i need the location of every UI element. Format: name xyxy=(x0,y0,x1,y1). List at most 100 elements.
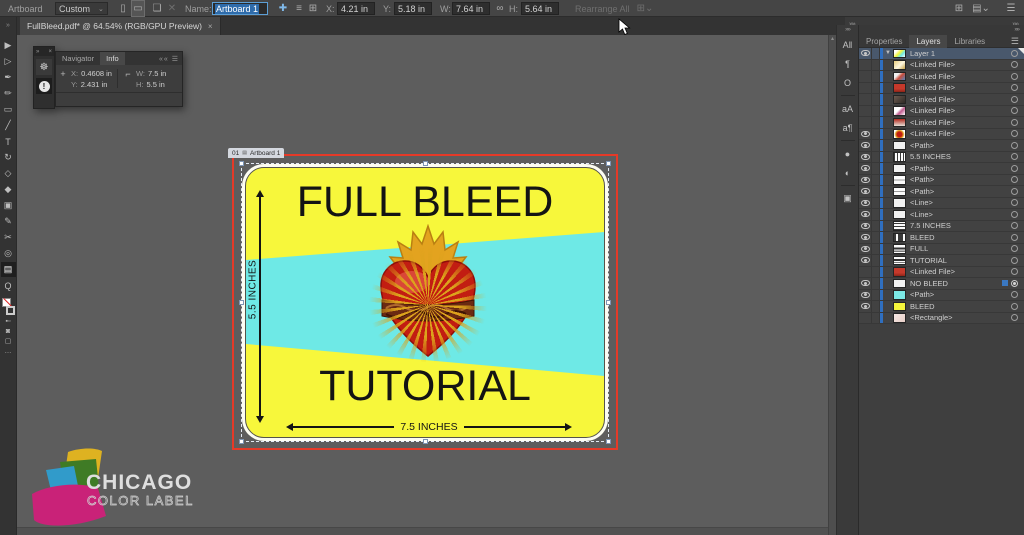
tab-properties[interactable]: Properties xyxy=(859,35,909,48)
layer-lock-toggle[interactable] xyxy=(872,129,880,140)
panel-close-icon[interactable]: × xyxy=(48,49,52,55)
layer-target-circle[interactable] xyxy=(1011,280,1018,287)
layer-row[interactable]: <Rectangle> xyxy=(859,313,1024,325)
layer-lock-toggle[interactable] xyxy=(872,313,880,324)
artboard-name-input[interactable]: Artboard 1 xyxy=(212,2,268,15)
layer-name[interactable]: TUTORIAL xyxy=(910,256,1011,265)
layer-visibility-toggle[interactable] xyxy=(859,71,872,82)
layer-lock-toggle[interactable] xyxy=(872,301,880,312)
grid-icon[interactable]: ⊞ xyxy=(306,0,320,17)
delete-artboard-icon[interactable]: ✕ xyxy=(165,0,179,17)
selection-handle[interactable] xyxy=(423,161,428,166)
layer-visibility-toggle[interactable] xyxy=(859,152,872,163)
layer-target-circle[interactable] xyxy=(1011,130,1018,137)
layer-visibility-toggle[interactable] xyxy=(859,267,872,278)
layer-lock-toggle[interactable] xyxy=(872,198,880,209)
layer-row[interactable]: TUTORIAL xyxy=(859,255,1024,267)
layer-target-circle[interactable] xyxy=(1011,61,1018,68)
layer-name[interactable]: <Linked File> xyxy=(910,72,1011,81)
rotate-tool[interactable]: ↻ xyxy=(1,150,16,165)
artboard-tool[interactable]: ▤ xyxy=(1,262,16,277)
close-document-icon[interactable]: × xyxy=(208,22,213,31)
artboard-options-icon[interactable]: ≡ xyxy=(292,0,306,17)
direct-selection-tool[interactable]: ▷ xyxy=(1,54,16,69)
curvature-tool[interactable]: ✏ xyxy=(1,86,16,101)
layer-target-circle[interactable] xyxy=(1011,165,1018,172)
layer-target-circle[interactable] xyxy=(1011,268,1018,275)
gradient-tool[interactable]: ▣ xyxy=(1,198,16,213)
blend-tool[interactable]: ◎ xyxy=(1,246,16,261)
layer-visibility-toggle[interactable] xyxy=(859,117,872,128)
layer-target-circle[interactable] xyxy=(1011,314,1018,321)
symbols-panel-icon[interactable]: ▣ xyxy=(839,190,857,207)
zoom-tool[interactable]: Q xyxy=(1,278,16,293)
layer-row[interactable]: <Linked File> xyxy=(859,83,1024,95)
layer-row[interactable]: BLEED xyxy=(859,232,1024,244)
rectangle-tool[interactable]: ▭ xyxy=(1,102,16,117)
opentype-panel-icon[interactable]: O xyxy=(839,74,857,91)
layer-target-circle[interactable] xyxy=(1011,291,1018,298)
tab-libraries[interactable]: Libraries xyxy=(947,35,992,48)
layer-name[interactable]: Layer 1 xyxy=(910,49,1011,58)
menu-icon[interactable]: ☰ xyxy=(1004,0,1018,17)
layer-visibility-toggle[interactable] xyxy=(859,221,872,232)
document-tab[interactable]: FullBleed.pdf* @ 64.54% (RGB/GPU Preview… xyxy=(20,17,221,35)
layer-lock-toggle[interactable] xyxy=(872,267,880,278)
color-mode-icon[interactable]: ▪▫ xyxy=(6,317,11,327)
layer-row[interactable]: <Linked File> xyxy=(859,117,1024,129)
layer-target-circle[interactable] xyxy=(1011,199,1018,206)
layer-row[interactable]: <Linked File> xyxy=(859,129,1024,141)
selection-handle[interactable] xyxy=(606,439,611,444)
portrait-orientation-icon[interactable]: ▯ xyxy=(116,0,130,17)
layer-name[interactable]: <Linked File> xyxy=(910,129,1011,138)
layer-lock-toggle[interactable] xyxy=(872,209,880,220)
tab-navigator[interactable]: Navigator xyxy=(56,52,100,65)
layer-lock-toggle[interactable] xyxy=(872,83,880,94)
w-field[interactable]: 7.64 in xyxy=(452,2,490,15)
layer-visibility-toggle[interactable] xyxy=(859,290,872,301)
selection-handle[interactable] xyxy=(423,439,428,444)
layer-name[interactable]: <Linked File> xyxy=(910,95,1011,104)
layer-lock-toggle[interactable] xyxy=(872,255,880,266)
layer-lock-toggle[interactable] xyxy=(872,290,880,301)
panel-collapse-icon[interactable]: » xyxy=(36,49,39,55)
line-segment-tool[interactable]: ╱ xyxy=(1,118,16,133)
selection-tool[interactable]: ▶ xyxy=(1,38,16,53)
layer-visibility-toggle[interactable] xyxy=(859,83,872,94)
layer-target-circle[interactable] xyxy=(1011,142,1018,149)
layer-name[interactable]: <Linked File> xyxy=(910,106,1011,115)
layer-target-circle[interactable] xyxy=(1011,107,1018,114)
selection-handle[interactable] xyxy=(239,161,244,166)
layer-row[interactable]: <Line> xyxy=(859,198,1024,210)
layer-name[interactable]: <Path> xyxy=(910,290,1011,299)
link-dimensions-icon[interactable]: ∞ xyxy=(493,0,507,17)
layer-name[interactable]: <Linked File> xyxy=(910,118,1011,127)
layer-lock-toggle[interactable] xyxy=(872,117,880,128)
layer-name[interactable]: <Linked File> xyxy=(910,83,1011,92)
x-field[interactable]: 4.21 in xyxy=(337,2,375,15)
layer-row[interactable]: FULL xyxy=(859,244,1024,256)
layer-visibility-toggle[interactable] xyxy=(859,129,872,140)
toolbar-collapse-icon[interactable]: » xyxy=(0,17,17,35)
paragraph-styles-panel-icon[interactable]: a¶ xyxy=(839,119,857,136)
selection-handle[interactable] xyxy=(239,300,244,305)
character-styles-panel-icon[interactable]: aA xyxy=(839,100,857,117)
workspace-switcher-icon[interactable]: ▤⌄ xyxy=(974,0,988,17)
info-icon[interactable]: ! xyxy=(36,78,52,94)
layer-name[interactable]: <Linked File> xyxy=(910,60,1011,69)
stroke-swatch[interactable] xyxy=(6,306,15,315)
scissors-tool[interactable]: ✂ xyxy=(1,230,16,245)
layer-row[interactable]: ▼Layer 1 xyxy=(859,48,1024,60)
layer-target-circle[interactable] xyxy=(1011,119,1018,126)
layer-visibility-toggle[interactable] xyxy=(859,209,872,220)
layer-name[interactable]: 7.5 INCHES xyxy=(910,221,1011,230)
layer-row[interactable]: <Path> xyxy=(859,186,1024,198)
graphic-styles-panel-icon[interactable]: ◐ xyxy=(839,164,857,181)
scale-tool[interactable]: ◇ xyxy=(1,166,16,181)
character-panel-icon[interactable]: A‖ xyxy=(839,36,857,53)
layer-target-circle[interactable] xyxy=(1011,153,1018,160)
layer-lock-toggle[interactable] xyxy=(872,48,880,59)
dock-expand-icon[interactable]: »» xyxy=(845,25,850,35)
layer-name[interactable]: <Path> xyxy=(910,164,1011,173)
selection-handle[interactable] xyxy=(239,439,244,444)
